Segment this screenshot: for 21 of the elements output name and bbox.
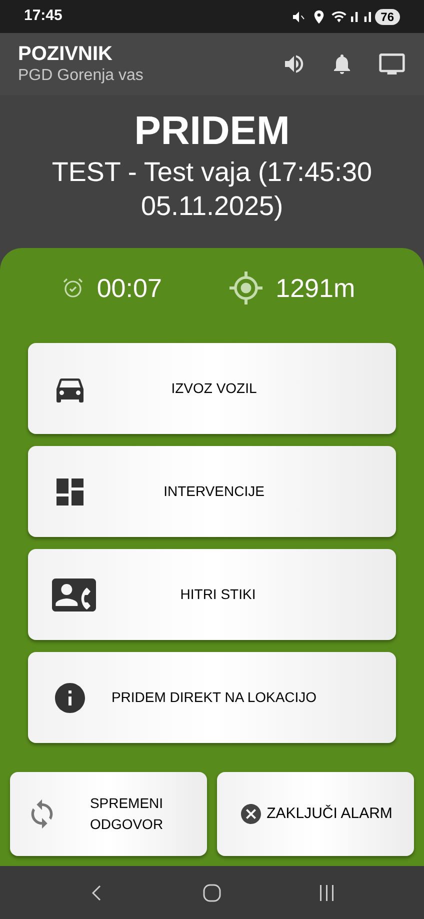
action-button[interactable]: PRIDEM DIREKT NA LOKACIJO xyxy=(28,652,396,743)
app-subtitle: PGD Gorenja vas xyxy=(18,66,144,86)
bottom-button[interactable]: SPREMENI ODGOVOR xyxy=(10,772,207,856)
action-button[interactable]: INTERVENCIJE xyxy=(28,446,396,537)
wifi-icon xyxy=(330,8,347,24)
clock: 17:45 xyxy=(24,6,62,26)
action-button[interactable]: HITRI STIKI xyxy=(28,549,396,640)
response-title: PRIDEM xyxy=(134,108,290,155)
alarm-clock-icon xyxy=(60,276,85,300)
action-button[interactable]: IZVOZ VOZIL xyxy=(28,343,396,434)
distance: 1291m xyxy=(276,272,356,304)
signal-icon xyxy=(350,12,371,22)
home-icon xyxy=(202,882,222,902)
home-button[interactable] xyxy=(202,882,222,902)
bottom-button[interactable]: ZAKLJUČI ALARM xyxy=(217,772,414,856)
target-icon xyxy=(228,270,264,306)
close-icon xyxy=(238,802,263,826)
elapsed-time: 00:07 xyxy=(96,272,162,304)
alarm-description: TEST - Test vaja (17:45:30 05.11.2025) xyxy=(50,156,374,223)
battery-indicator: 76 xyxy=(374,8,400,24)
app-title: POZIVNIK xyxy=(18,42,114,66)
